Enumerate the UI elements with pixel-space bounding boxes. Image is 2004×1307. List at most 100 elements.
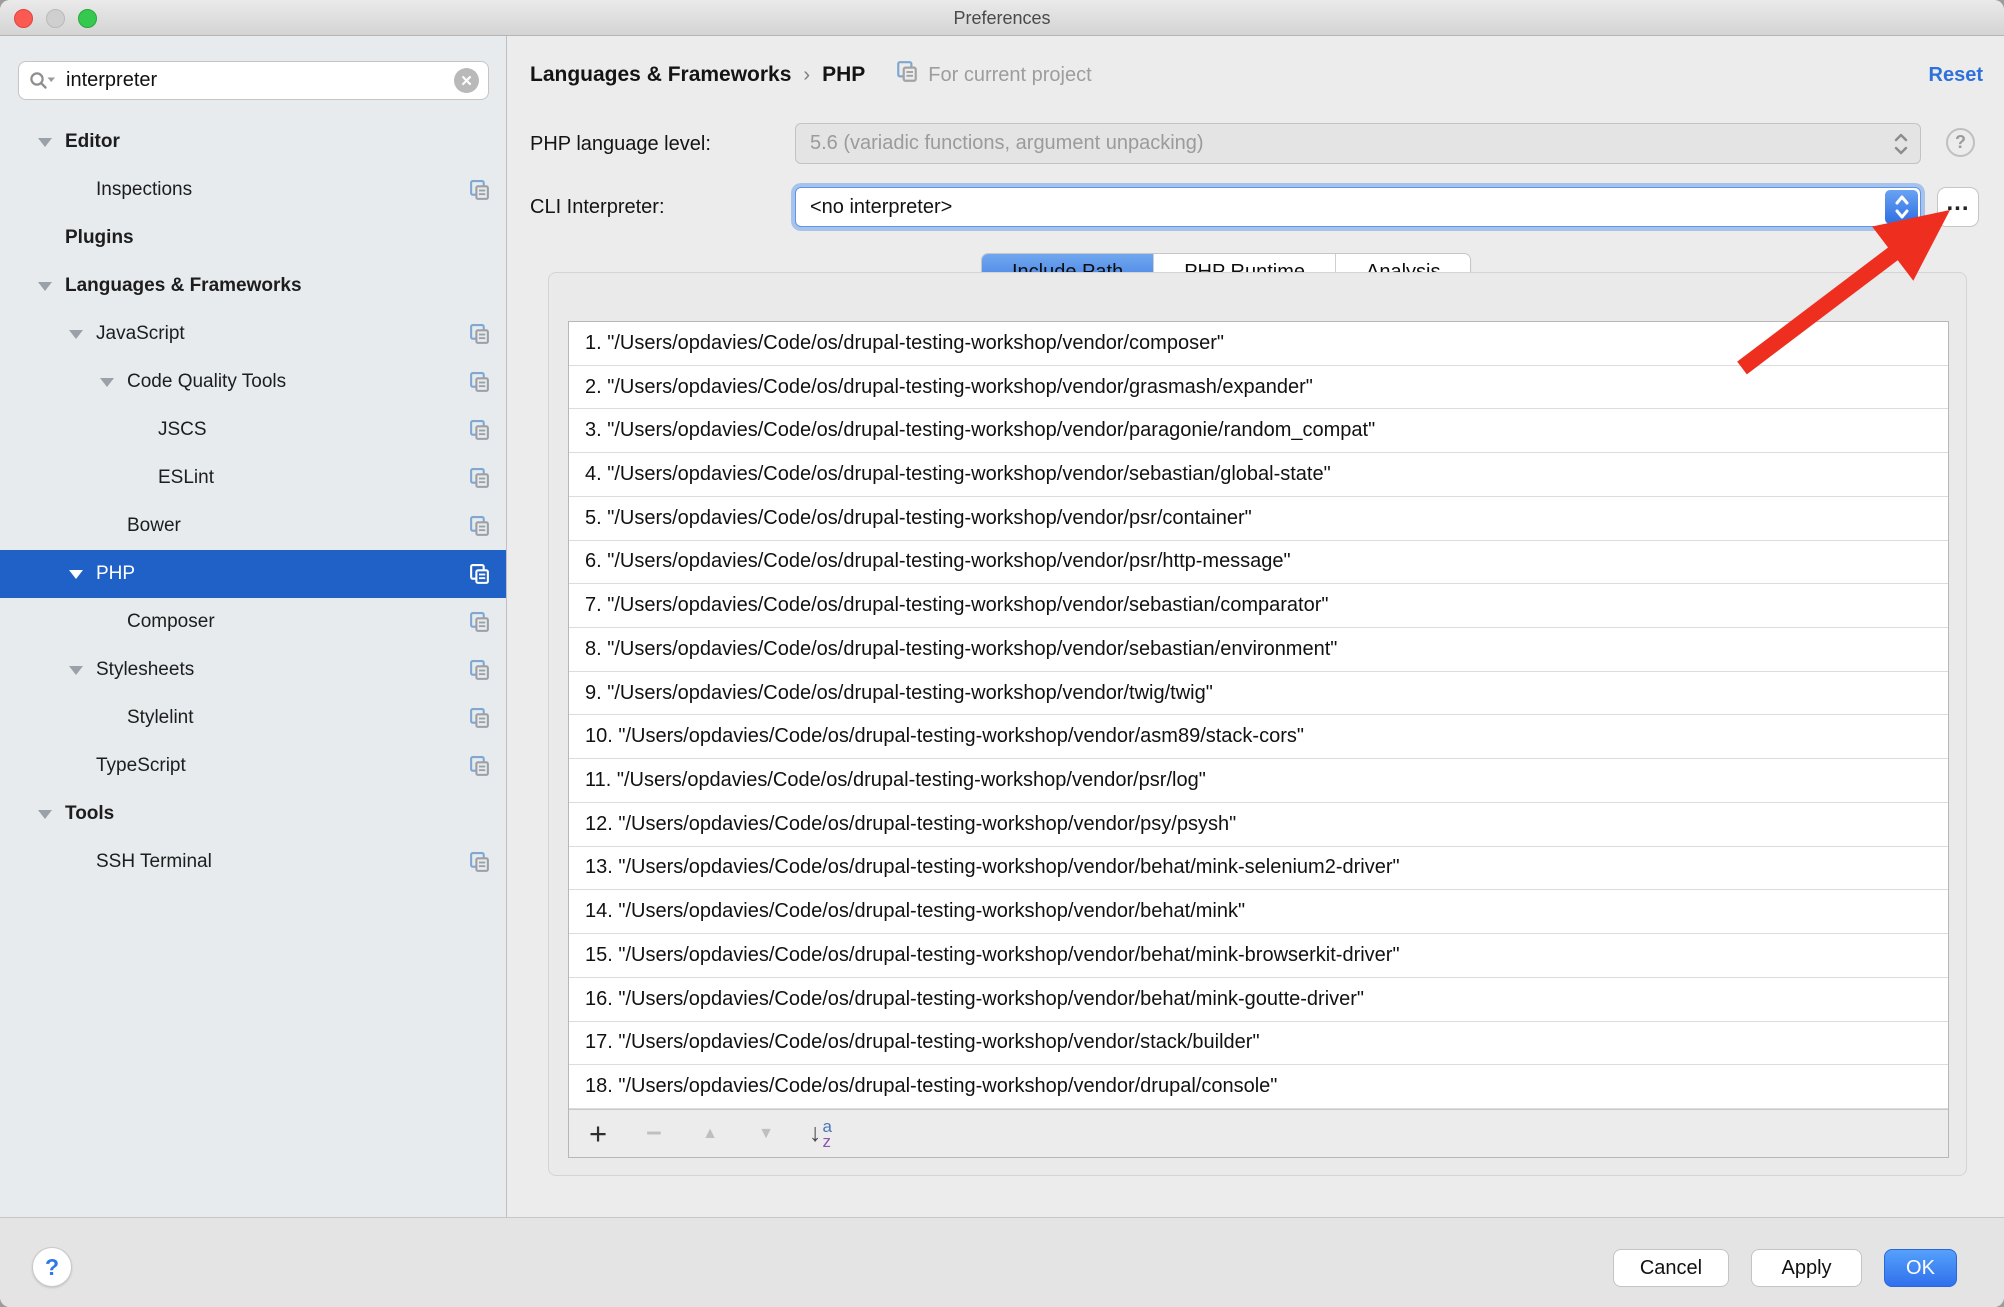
include-path-row[interactable]: 13. "/Users/opdavies/Code/os/drupal-test… — [569, 847, 1948, 891]
include-path-text: 16. "/Users/opdavies/Code/os/drupal-test… — [585, 988, 1364, 1011]
include-path-row[interactable]: 3. "/Users/opdavies/Code/os/drupal-testi… — [569, 409, 1948, 453]
include-path-row[interactable]: 8. "/Users/opdavies/Code/os/drupal-testi… — [569, 628, 1948, 672]
include-path-row[interactable]: 15. "/Users/opdavies/Code/os/drupal-test… — [569, 934, 1948, 978]
sidebar-item-label: Bower — [127, 515, 181, 537]
sidebar-item-plugins[interactable]: Plugins — [0, 214, 506, 262]
cli-interpreter-select[interactable]: <no interpreter> — [795, 187, 1921, 227]
search-field[interactable]: ✕ — [18, 61, 489, 100]
sidebar-item-languages-frameworks[interactable]: Languages & Frameworks — [0, 262, 506, 310]
include-path-row[interactable]: 2. "/Users/opdavies/Code/os/drupal-testi… — [569, 366, 1948, 410]
sidebar-item-label: Tools — [65, 803, 114, 825]
ok-button[interactable]: OK — [1884, 1249, 1957, 1287]
language-level-select[interactable]: 5.6 (variadic functions, argument unpack… — [795, 123, 1921, 164]
chevron-down-icon[interactable] — [35, 282, 55, 291]
include-path-text: 18. "/Users/opdavies/Code/os/drupal-test… — [585, 1075, 1277, 1098]
include-path-row[interactable]: 17. "/Users/opdavies/Code/os/drupal-test… — [569, 1022, 1948, 1066]
sidebar-item-ssh-terminal[interactable]: SSH Terminal — [0, 838, 506, 886]
preferences-tree: Editor Inspections Plugins Languages & Fram… — [0, 118, 506, 886]
include-path-row[interactable]: 12. "/Users/opdavies/Code/os/drupal-test… — [569, 803, 1948, 847]
include-path-row[interactable]: 7. "/Users/opdavies/Code/os/drupal-testi… — [569, 584, 1948, 628]
sidebar-item-label: Stylesheets — [96, 659, 194, 681]
move-down-icon: ▼ — [753, 1125, 779, 1143]
project-scope-icon — [468, 707, 491, 730]
apply-button[interactable]: Apply — [1751, 1249, 1862, 1287]
include-path-row[interactable]: 6. "/Users/opdavies/Code/os/drupal-testi… — [569, 541, 1948, 585]
include-path-text: 3. "/Users/opdavies/Code/os/drupal-testi… — [585, 419, 1375, 442]
sidebar-item-tools[interactable]: Tools — [0, 790, 506, 838]
search-input[interactable] — [64, 68, 454, 93]
window-title: Preferences — [0, 0, 2004, 36]
chevron-down-icon[interactable] — [66, 570, 86, 579]
include-path-row[interactable]: 9. "/Users/opdavies/Code/os/drupal-testi… — [569, 672, 1948, 716]
include-path-text: 15. "/Users/opdavies/Code/os/drupal-test… — [585, 944, 1400, 967]
sidebar-item-jscs[interactable]: JSCS — [0, 406, 506, 454]
project-scope-icon — [468, 515, 491, 538]
sidebar-item-typescript[interactable]: TypeScript — [0, 742, 506, 790]
clear-search-icon[interactable]: ✕ — [454, 68, 479, 93]
breadcrumb-separator-icon: › — [803, 64, 810, 87]
settings-sidebar: ✕ Editor Inspections Plugins Languages & Fr… — [0, 36, 507, 1217]
settings-content: Languages & Frameworks › PHP For current… — [508, 36, 2004, 1217]
include-path-row[interactable]: 5. "/Users/opdavies/Code/os/drupal-testi… — [569, 497, 1948, 541]
sidebar-item-php[interactable]: PHP — [0, 550, 506, 598]
browse-interpreters-button[interactable]: ... — [1937, 187, 1979, 227]
include-path-row[interactable]: 14. "/Users/opdavies/Code/os/drupal-test… — [569, 890, 1948, 934]
include-path-list: 1. "/Users/opdavies/Code/os/drupal-testi… — [569, 322, 1948, 1109]
include-path-row[interactable]: 16. "/Users/opdavies/Code/os/drupal-test… — [569, 978, 1948, 1022]
sidebar-item-inspections[interactable]: Inspections — [0, 166, 506, 214]
stepper-arrows-icon — [1892, 124, 1910, 163]
sidebar-item-bower[interactable]: Bower — [0, 502, 506, 550]
sidebar-item-label: JSCS — [158, 419, 207, 441]
sidebar-item-composer[interactable]: Composer — [0, 598, 506, 646]
preferences-window: Preferences ✕ Editor Inspections Plugins La… — [0, 0, 2004, 1307]
reset-link[interactable]: Reset — [1929, 64, 1983, 87]
sort-alphabetically-button[interactable]: ↓ a z — [809, 1119, 832, 1149]
chevron-down-icon[interactable] — [97, 378, 117, 387]
list-toolbar: ↓ a z +−▲▼ — [569, 1109, 1948, 1157]
include-path-row[interactable]: 4. "/Users/opdavies/Code/os/drupal-testi… — [569, 453, 1948, 497]
project-scope-icon — [468, 371, 491, 394]
sidebar-item-javascript[interactable]: JavaScript — [0, 310, 506, 358]
chevron-down-icon[interactable] — [66, 330, 86, 339]
language-level-value: 5.6 (variadic functions, argument unpack… — [810, 132, 1204, 155]
sidebar-item-stylesheets[interactable]: Stylesheets — [0, 646, 506, 694]
sidebar-item-label: Languages & Frameworks — [65, 275, 302, 297]
sidebar-item-stylelint[interactable]: Stylelint — [0, 694, 506, 742]
chevron-down-icon[interactable] — [35, 810, 55, 819]
include-path-row[interactable]: 1. "/Users/opdavies/Code/os/drupal-testi… — [569, 322, 1948, 366]
project-scope-icon — [468, 851, 491, 874]
sidebar-item-label: ESLint — [158, 467, 214, 489]
language-level-label: PHP language level: — [530, 133, 711, 156]
remove-icon: − — [641, 1118, 667, 1149]
include-path-panel: 1. "/Users/opdavies/Code/os/drupal-testi… — [548, 272, 1967, 1176]
language-level-help-icon[interactable]: ? — [1946, 128, 1975, 157]
sidebar-item-label: SSH Terminal — [96, 851, 212, 873]
include-path-text: 8. "/Users/opdavies/Code/os/drupal-testi… — [585, 638, 1337, 661]
include-path-row[interactable]: 11. "/Users/opdavies/Code/os/drupal-test… — [569, 759, 1948, 803]
sidebar-item-eslint[interactable]: ESLint — [0, 454, 506, 502]
help-button[interactable]: ? — [32, 1247, 72, 1287]
project-scope-icon — [895, 60, 919, 90]
include-path-text: 9. "/Users/opdavies/Code/os/drupal-testi… — [585, 682, 1213, 705]
sidebar-item-label: PHP — [96, 563, 135, 585]
include-path-text: 11. "/Users/opdavies/Code/os/drupal-test… — [585, 769, 1206, 792]
include-path-listbox: 1. "/Users/opdavies/Code/os/drupal-testi… — [568, 321, 1949, 1158]
sidebar-item-code-quality-tools[interactable]: Code Quality Tools — [0, 358, 506, 406]
include-path-row[interactable]: 18. "/Users/opdavies/Code/os/drupal-test… — [569, 1065, 1948, 1109]
cancel-button[interactable]: Cancel — [1613, 1249, 1729, 1287]
sidebar-item-label: JavaScript — [96, 323, 185, 345]
sidebar-item-label: Editor — [65, 131, 120, 153]
project-scope-icon — [468, 419, 491, 442]
include-path-text: 14. "/Users/opdavies/Code/os/drupal-test… — [585, 900, 1245, 923]
include-path-text: 17. "/Users/opdavies/Code/os/drupal-test… — [585, 1031, 1260, 1054]
include-path-text: 10. "/Users/opdavies/Code/os/drupal-test… — [585, 725, 1304, 748]
chevron-down-icon[interactable] — [35, 138, 55, 147]
sidebar-item-label: TypeScript — [96, 755, 186, 777]
sidebar-item-editor[interactable]: Editor — [0, 118, 506, 166]
sidebar-item-label: Plugins — [65, 227, 134, 249]
add-icon[interactable]: + — [585, 1116, 611, 1152]
include-path-text: 1. "/Users/opdavies/Code/os/drupal-testi… — [585, 332, 1224, 355]
chevron-down-icon[interactable] — [66, 666, 86, 675]
project-scope-icon — [468, 179, 491, 202]
include-path-row[interactable]: 10. "/Users/opdavies/Code/os/drupal-test… — [569, 715, 1948, 759]
